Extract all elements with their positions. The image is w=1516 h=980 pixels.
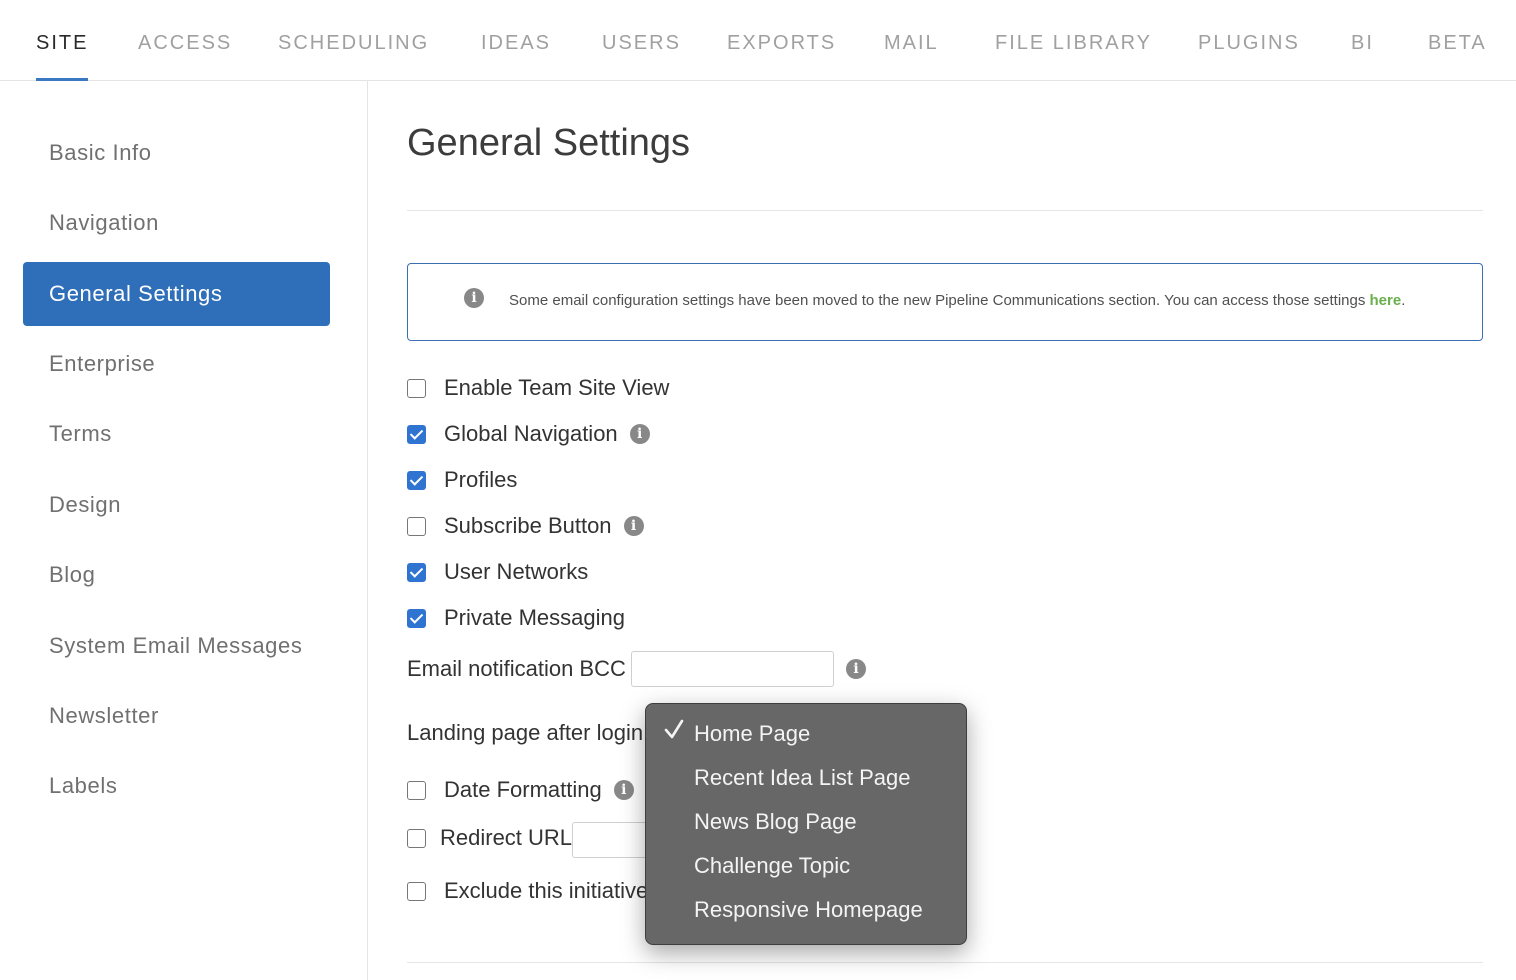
info-notice: i Some email configuration settings have… <box>407 263 1483 341</box>
option-responsive-homepage[interactable]: Responsive Homepage <box>694 888 923 932</box>
redirect-url-checkbox[interactable] <box>407 828 426 848</box>
private-messaging-checkbox[interactable] <box>407 608 426 628</box>
notice-message: Some email configuration settings have b… <box>509 292 1370 309</box>
setting-label: User Networks <box>444 559 589 584</box>
sidebar-item-newsletter[interactable]: Newsletter <box>23 684 330 748</box>
tab-scheduling[interactable]: SCHEDULING <box>278 0 429 81</box>
tab-users[interactable]: USERS <box>602 0 681 81</box>
info-icon: i <box>464 288 484 308</box>
divider <box>407 962 1483 963</box>
setting-label: Date Formatting <box>444 777 602 802</box>
enable-team-site-view-checkbox[interactable] <box>407 378 426 398</box>
option-challenge-topic[interactable]: Challenge Topic <box>694 844 850 888</box>
tab-bi[interactable]: BI <box>1351 0 1374 81</box>
landing-page-dropdown-menu: Home Page Recent Idea List Page News Blo… <box>645 703 967 945</box>
setting-label: Enable Team Site View <box>444 375 670 400</box>
setting-subscribe-button: Subscribe Button i <box>407 511 644 541</box>
sidebar-item-design[interactable]: Design <box>23 473 330 537</box>
divider <box>407 210 1483 211</box>
setting-redirect-url: Redirect URL <box>407 823 572 853</box>
exclude-initiative-checkbox[interactable] <box>407 881 426 901</box>
setting-label: Exclude this initiative <box>444 878 649 903</box>
tab-access[interactable]: ACCESS <box>138 0 232 81</box>
tab-file-library[interactable]: FILE LIBRARY <box>995 0 1152 81</box>
landing-page-label: Landing page after login: <box>407 720 650 745</box>
sidebar-item-terms[interactable]: Terms <box>23 402 330 466</box>
sidebar-item-blog[interactable]: Blog <box>23 543 330 607</box>
option-recent-idea-list-page[interactable]: Recent Idea List Page <box>694 756 910 800</box>
setting-user-networks: User Networks <box>407 557 588 587</box>
sidebar-item-basic-info[interactable]: Basic Info <box>23 121 330 185</box>
info-icon[interactable]: i <box>613 780 634 800</box>
sidebar-item-system-email-messages[interactable]: System Email Messages <box>23 614 330 678</box>
tab-ideas[interactable]: IDEAS <box>481 0 551 81</box>
notice-here-link[interactable]: here <box>1370 292 1402 309</box>
info-icon[interactable]: i <box>846 659 866 679</box>
option-home-page[interactable]: Home Page <box>694 712 810 756</box>
info-icon[interactable]: i <box>629 424 650 444</box>
top-tab-bar: SITE ACCESS SCHEDULING IDEAS USERS EXPOR… <box>0 0 1516 81</box>
setting-global-navigation: Global Navigation i <box>407 419 650 449</box>
email-bcc-input[interactable] <box>631 651 834 687</box>
setting-private-messaging: Private Messaging <box>407 603 625 633</box>
info-icon[interactable]: i <box>623 516 644 536</box>
sidebar-item-general-settings[interactable]: General Settings <box>23 262 330 326</box>
setting-label: Global Navigation <box>444 421 618 446</box>
setting-date-formatting: Date Formatting i <box>407 775 634 805</box>
tab-exports[interactable]: EXPORTS <box>727 0 836 81</box>
setting-label: Subscribe Button <box>444 513 612 538</box>
user-networks-checkbox[interactable] <box>407 562 426 582</box>
sidebar-item-navigation[interactable]: Navigation <box>23 191 330 255</box>
date-formatting-checkbox[interactable] <box>407 780 426 800</box>
setting-label: Profiles <box>444 467 518 492</box>
setting-exclude-initiative: Exclude this initiative <box>407 876 648 906</box>
profiles-checkbox[interactable] <box>407 470 426 490</box>
tab-mail[interactable]: MAIL <box>884 0 939 81</box>
subscribe-button-checkbox[interactable] <box>407 516 426 536</box>
tab-site[interactable]: SITE <box>36 0 89 81</box>
sidebar-item-enterprise[interactable]: Enterprise <box>23 332 330 396</box>
setting-enable-team-site-view: Enable Team Site View <box>407 373 669 403</box>
tab-beta[interactable]: BETA <box>1428 0 1487 81</box>
notice-suffix: . <box>1401 292 1406 309</box>
option-news-blog-page[interactable]: News Blog Page <box>694 800 857 844</box>
global-navigation-checkbox[interactable] <box>407 424 426 444</box>
setting-label: Redirect URL <box>440 825 573 850</box>
page-title: General Settings <box>407 122 691 164</box>
sidebar-item-labels[interactable]: Labels <box>23 754 330 818</box>
email-bcc-label: Email notification BCC <box>407 656 626 681</box>
notice-text: Some email configuration settings have b… <box>509 292 1405 309</box>
settings-sidebar: Basic Info Navigation General Settings E… <box>0 81 368 980</box>
setting-label: Private Messaging <box>444 605 625 630</box>
tab-plugins[interactable]: PLUGINS <box>1198 0 1300 81</box>
checkmark-icon <box>664 719 684 739</box>
setting-profiles: Profiles <box>407 465 517 495</box>
